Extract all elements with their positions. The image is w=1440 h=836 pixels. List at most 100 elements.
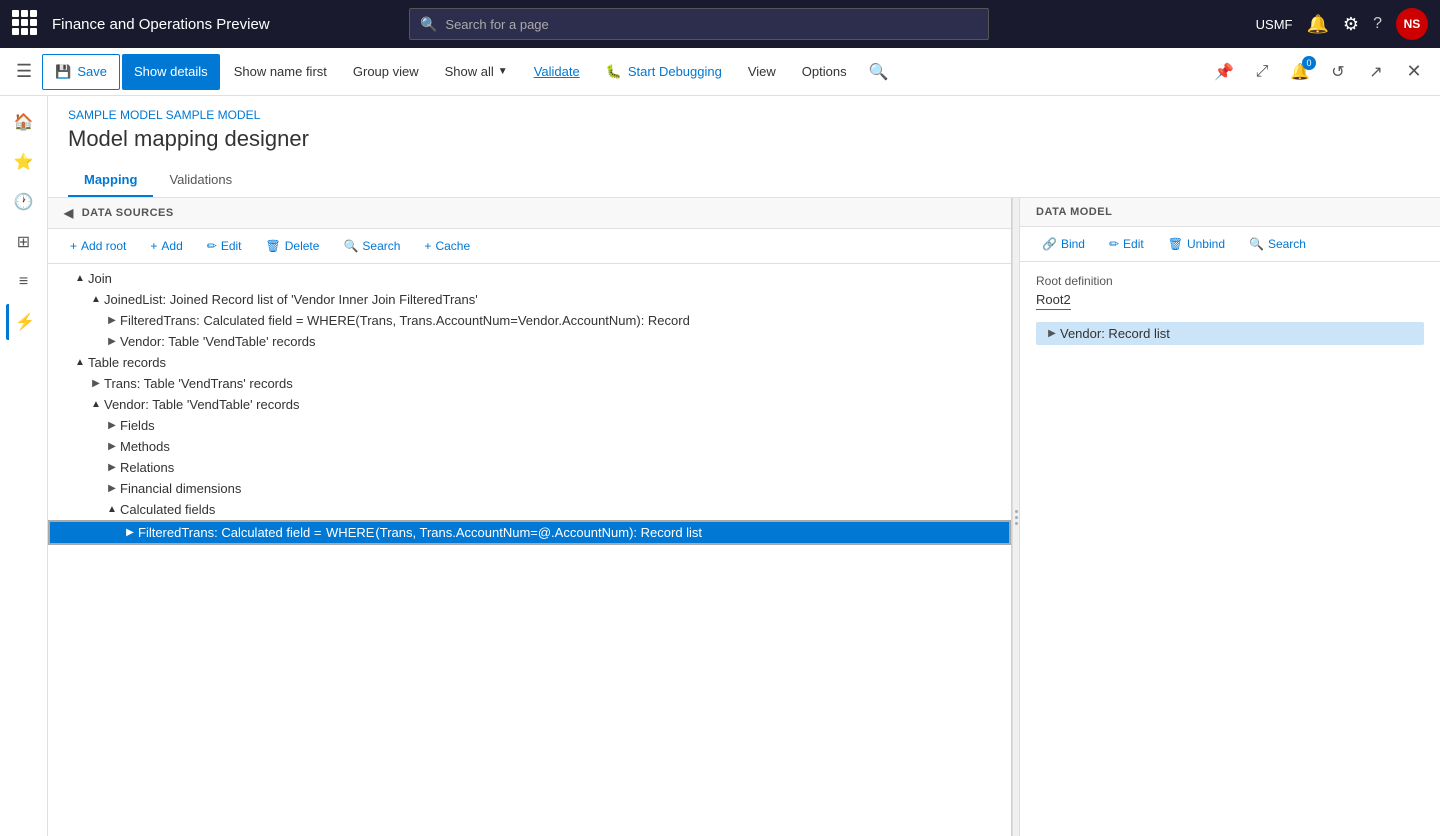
toggle-methods[interactable]: ▶	[104, 441, 120, 452]
toggle-joinedlist[interactable]: ▲	[88, 294, 104, 305]
tab-validations[interactable]: Validations	[153, 164, 248, 197]
notification-bell-icon[interactable]: 🔔	[1307, 14, 1329, 35]
tree-node-fields[interactable]: ▶ Fields	[48, 415, 1011, 436]
filter-icon[interactable]: ⚡	[6, 304, 42, 340]
save-button[interactable]: 💾 Save	[42, 54, 120, 90]
close-icon[interactable]: ✕	[1396, 54, 1432, 90]
add-icon: +	[150, 239, 157, 253]
panel-splitter[interactable]	[1012, 198, 1020, 836]
tree-node-financial-dims[interactable]: ▶ Financial dimensions	[48, 478, 1011, 499]
tree-node-methods[interactable]: ▶ Methods	[48, 436, 1011, 457]
data-sources-tree: ▲ Join ▲ JoinedList: Joined Record list …	[48, 264, 1011, 836]
tree-node-joinedlist[interactable]: ▲ JoinedList: Joined Record list of 'Ven…	[48, 289, 1011, 310]
show-details-button[interactable]: Show details	[122, 54, 220, 90]
user-avatar[interactable]: NS	[1396, 8, 1428, 40]
recent-icon[interactable]: 🕐	[6, 184, 42, 220]
edit-model-icon: ✏	[1109, 237, 1119, 251]
help-icon[interactable]: ?	[1373, 15, 1382, 33]
tree-node-calc-fields[interactable]: ▲ Calculated fields	[48, 499, 1011, 520]
toggle-fields[interactable]: ▶	[104, 420, 120, 431]
search-model-icon: 🔍	[1249, 237, 1264, 251]
left-sidebar-icons: 🏠 ⭐ 🕐 ⊞ ≡ ⚡	[0, 96, 48, 836]
split-pane: ◀ DATA SOURCES + Add root + Add ✏ Edit	[48, 198, 1440, 836]
toggle-vendor-table[interactable]: ▲	[88, 399, 104, 410]
search-icon: 🔍	[343, 239, 358, 253]
home-icon[interactable]: 🏠	[6, 104, 42, 140]
tree-node-relations[interactable]: ▶ Relations	[48, 457, 1011, 478]
search-icon: 🔍	[420, 16, 437, 33]
breadcrumb[interactable]: SAMPLE MODEL SAMPLE MODEL	[68, 108, 1420, 122]
unbind-icon: 🗑	[1168, 237, 1183, 251]
edit-icon: ✏	[207, 239, 217, 253]
splitter-handle	[1015, 510, 1018, 525]
waffle-menu[interactable]	[12, 10, 40, 38]
save-icon: 💾	[55, 64, 71, 80]
cache-button[interactable]: + Cache	[414, 235, 480, 257]
tree-node-trans[interactable]: ▶ Trans: Table 'VendTrans' records	[48, 373, 1011, 394]
search-data-sources-button[interactable]: 🔍 Search	[333, 235, 410, 257]
top-nav: Finance and Operations Preview 🔍 USMF 🔔 …	[0, 0, 1440, 48]
tab-mapping[interactable]: Mapping	[68, 164, 153, 197]
toggle-financial-dims[interactable]: ▶	[104, 483, 120, 494]
start-debugging-button[interactable]: 🐛 Start Debugging	[594, 54, 734, 90]
pin-icon[interactable]: 📌	[1206, 54, 1242, 90]
menu-toggle-button[interactable]: ☰	[8, 54, 40, 90]
modules-icon[interactable]: ≡	[6, 264, 42, 300]
toggle-table-records[interactable]: ▲	[72, 357, 88, 368]
global-search[interactable]: 🔍	[409, 8, 989, 40]
workspaces-icon[interactable]: ⊞	[6, 224, 42, 260]
main-layout: 🏠 ⭐ 🕐 ⊞ ≡ ⚡ SAMPLE MODEL SAMPLE MODEL Mo…	[0, 96, 1440, 836]
delete-button[interactable]: 🗑 Delete	[256, 235, 330, 257]
bind-button[interactable]: 🔗 Bind	[1032, 233, 1095, 255]
tree-node-join[interactable]: ▲ Join	[48, 268, 1011, 289]
show-name-first-button[interactable]: Show name first	[222, 54, 339, 90]
toggle-relations[interactable]: ▶	[104, 462, 120, 473]
data-model-header: DATA MODEL	[1020, 198, 1440, 227]
favorites-icon[interactable]: ⭐	[6, 144, 42, 180]
validate-button[interactable]: Validate	[522, 54, 592, 90]
notification-count-badge: 0	[1302, 56, 1316, 70]
show-all-button[interactable]: Show all ▼	[433, 54, 520, 90]
top-nav-right: USMF 🔔 ⚙ ? NS	[1256, 8, 1428, 40]
tree-node-vendor-table[interactable]: ▲ Vendor: Table 'VendTable' records	[48, 394, 1011, 415]
group-view-button[interactable]: Group view	[341, 54, 431, 90]
debug-icon: 🐛	[606, 64, 622, 80]
view-button[interactable]: View	[736, 54, 788, 90]
toggle-vendor-record-list[interactable]: ▶	[1044, 328, 1060, 339]
data-model-content: Root definition Root2 ▶ Vendor: Record l…	[1020, 262, 1440, 836]
open-new-window-icon[interactable]: ↗	[1358, 54, 1394, 90]
tab-bar: Mapping Validations	[68, 164, 1420, 197]
options-button[interactable]: Options	[790, 54, 859, 90]
data-sources-header: ◀ DATA SOURCES	[48, 198, 1011, 229]
toggle-filteredtrans-join[interactable]: ▶	[104, 315, 120, 326]
data-model-panel: DATA MODEL 🔗 Bind ✏ Edit 🗑 Unbind	[1020, 198, 1440, 836]
toggle-vendor-join[interactable]: ▶	[104, 336, 120, 347]
toggle-calc-fields[interactable]: ▲	[104, 504, 120, 515]
edit-button[interactable]: ✏ Edit	[197, 235, 252, 257]
data-model-toolbar: 🔗 Bind ✏ Edit 🗑 Unbind 🔍 Search	[1020, 227, 1440, 262]
unbind-button[interactable]: 🗑 Unbind	[1158, 233, 1235, 255]
search-toolbar-button[interactable]: 🔍	[861, 54, 897, 90]
chevron-down-icon: ▼	[498, 66, 508, 77]
tree-node-vendor-record-list[interactable]: ▶ Vendor: Record list	[1036, 322, 1424, 345]
refresh-icon[interactable]: ↺	[1320, 54, 1356, 90]
settings-icon[interactable]: ⚙	[1343, 14, 1359, 35]
toggle-trans[interactable]: ▶	[88, 378, 104, 389]
tree-node-vendor-join[interactable]: ▶ Vendor: Table 'VendTable' records	[48, 331, 1011, 352]
tree-node-filteredtrans-calc[interactable]: ▶ FilteredTrans: Calculated field = WHER…	[48, 520, 1011, 545]
tree-node-filteredtrans-join[interactable]: ▶ FilteredTrans: Calculated field = WHER…	[48, 310, 1011, 331]
edit-model-button[interactable]: ✏ Edit	[1099, 233, 1154, 255]
root-definition-value: Root2	[1036, 292, 1071, 310]
tree-node-table-records[interactable]: ▲ Table records	[48, 352, 1011, 373]
expand-icon[interactable]: ⤢	[1244, 54, 1280, 90]
global-search-input[interactable]	[445, 17, 978, 32]
add-button[interactable]: + Add	[140, 235, 192, 257]
toggle-filteredtrans-calc[interactable]: ▶	[122, 527, 138, 538]
app-title: Finance and Operations Preview	[52, 16, 270, 33]
toggle-join[interactable]: ▲	[72, 273, 88, 284]
delete-icon: 🗑	[266, 239, 281, 253]
search-model-button[interactable]: 🔍 Search	[1239, 233, 1316, 255]
add-root-button[interactable]: + Add root	[60, 235, 136, 257]
user-region[interactable]: USMF	[1256, 17, 1293, 32]
collapse-arrow[interactable]: ◀	[64, 206, 74, 220]
